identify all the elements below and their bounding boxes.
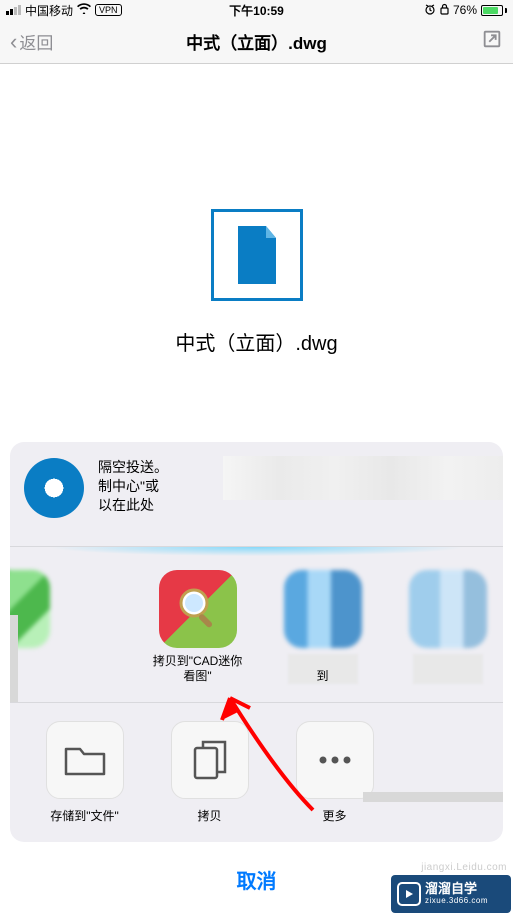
watermark-badge: 溜溜自学 zixue.3d66.com xyxy=(391,875,511,913)
folder-icon xyxy=(46,721,124,799)
battery-pct: 76% xyxy=(453,3,477,17)
app-icon xyxy=(284,570,362,648)
alarm-icon xyxy=(424,3,436,18)
app-item-pixelated[interactable] xyxy=(10,570,135,684)
pixelated-region xyxy=(223,456,503,500)
back-label: 返回 xyxy=(19,29,53,54)
lock-icon xyxy=(440,3,449,18)
airdrop-icon xyxy=(24,458,84,518)
app-item-cad[interactable]: 拷贝到"CAD迷你看图" xyxy=(135,570,260,684)
app-item-pixelated[interactable]: 到 xyxy=(260,570,385,684)
wifi-icon xyxy=(77,3,91,17)
file-preview-icon xyxy=(211,209,303,301)
app-item-pixelated[interactable] xyxy=(385,570,503,684)
status-bar: 中国移动 VPN 下午10:59 76% xyxy=(0,0,513,20)
app-icon xyxy=(409,570,487,648)
action-label: 存储到"文件" xyxy=(50,807,119,824)
apps-row[interactable]: 拷贝到"CAD迷你看图" 到 xyxy=(10,560,503,703)
action-copy[interactable]: 拷贝 xyxy=(147,721,272,824)
action-label: 更多 xyxy=(322,807,346,824)
action-more[interactable]: 更多 xyxy=(272,721,397,824)
action-label: 拷贝 xyxy=(197,807,221,824)
back-button[interactable]: ‹ 返回 xyxy=(10,29,53,55)
airdrop-text: 隔空投送。 制中心"或 以在此处 xyxy=(98,458,168,518)
app-label: 拷贝到"CAD迷你看图" xyxy=(148,654,248,684)
actions-row: 存储到"文件" 拷贝 xyxy=(10,703,503,842)
pixelated-region xyxy=(413,654,483,684)
battery-icon xyxy=(481,5,507,16)
page-title: 中式（立面）.dwg xyxy=(186,29,327,54)
share-sheet: 隔空投送。 制中心"或 以在此处 拷贝到"CAD迷你看图 xyxy=(10,442,503,908)
carrier-label: 中国移动 xyxy=(25,2,73,19)
cad-app-icon xyxy=(159,570,237,648)
status-time: 下午10:59 xyxy=(229,2,284,19)
play-icon xyxy=(397,882,421,906)
airdrop-section[interactable]: 隔空投送。 制中心"或 以在此处 xyxy=(10,442,503,546)
file-name-label: 中式（立面）.dwg xyxy=(175,327,337,356)
copy-icon xyxy=(171,721,249,799)
signal-icon xyxy=(6,5,21,15)
faint-watermark: jiangxi.Leidu.com xyxy=(421,862,507,873)
action-save-to-files[interactable]: 存储到"文件" xyxy=(22,721,147,824)
nav-bar: ‹ 返回 中式（立面）.dwg xyxy=(0,20,513,64)
chevron-left-icon: ‹ xyxy=(10,29,17,55)
more-icon xyxy=(296,721,374,799)
vpn-badge: VPN xyxy=(95,4,122,16)
open-external-icon[interactable] xyxy=(481,28,503,55)
